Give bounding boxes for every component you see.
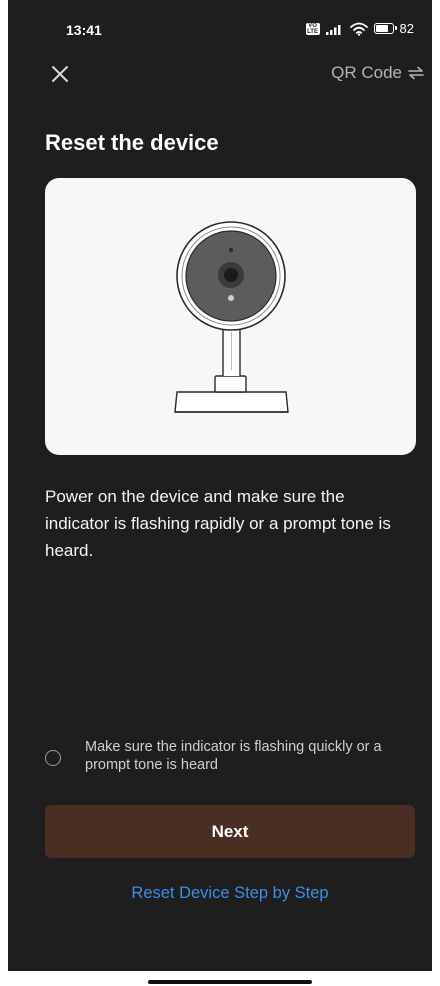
close-icon (52, 66, 68, 82)
status-icons: VO LTE 82 (305, 21, 414, 36)
reset-step-by-step-link[interactable]: Reset Device Step by Step (8, 884, 432, 903)
wifi-icon (349, 22, 368, 36)
illustration-card (45, 178, 416, 455)
next-button[interactable]: Next (45, 805, 415, 858)
battery-percent: 82 (399, 21, 414, 36)
volte-icon: VO LTE (305, 22, 320, 35)
home-indicator[interactable] (148, 980, 312, 984)
status-time: 13:41 (66, 22, 102, 38)
close-button[interactable] (46, 60, 74, 88)
qr-code-label: QR Code (331, 63, 402, 82)
swap-arrows-icon (408, 66, 424, 80)
battery-fill (375, 25, 388, 32)
qr-code-button[interactable]: QR Code (331, 63, 424, 83)
signal-icon (325, 24, 341, 35)
confirm-radio[interactable] (45, 750, 61, 766)
status-bar: 13:41 VO LTE 82 (8, 0, 432, 40)
instruction-text: Power on the device and make sure the in… (45, 487, 391, 560)
confirm-checkbox-row[interactable]: Make sure the indicator is flashing quic… (45, 738, 420, 774)
indoor-camera-illustration (174, 221, 289, 413)
confirm-label: Make sure the indicator is flashing quic… (85, 739, 382, 773)
page-title: Reset the device (45, 130, 219, 155)
app-screen: 13:41 VO LTE 82 QR Code Reset the device… (8, 0, 432, 976)
battery-icon (373, 23, 397, 34)
